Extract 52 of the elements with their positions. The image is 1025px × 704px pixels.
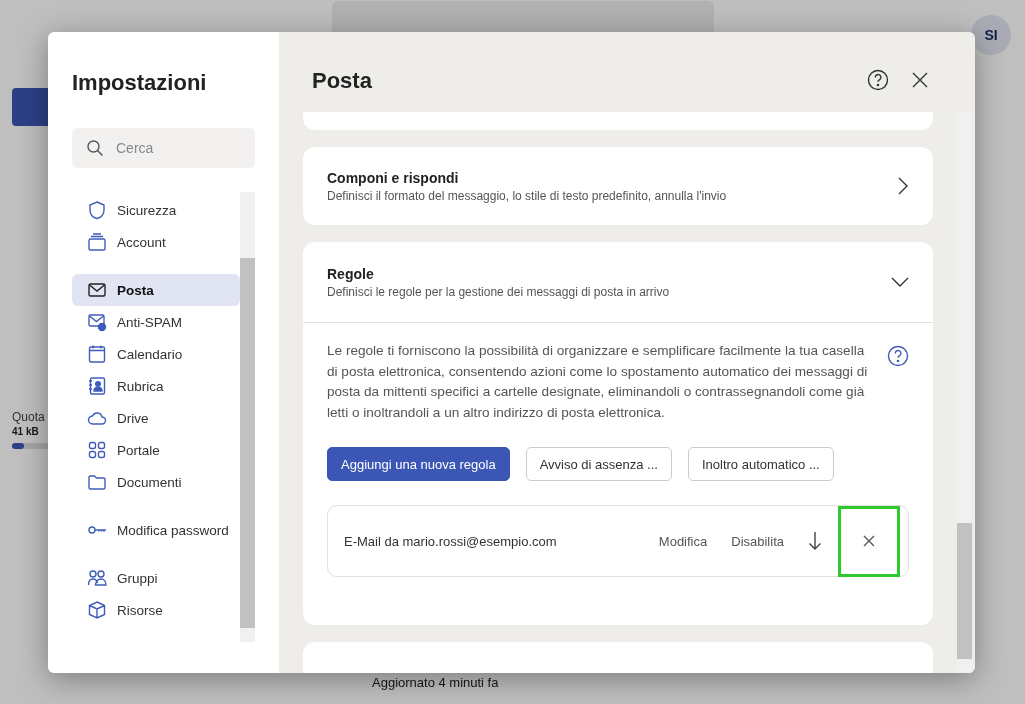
action-button[interactable]: Inoltro automatico ... (687, 447, 834, 481)
calendar-icon (87, 344, 107, 364)
section-header[interactable]: Regole Definisci le regole per la gestione dei messaggi di posta in arrivo (303, 242, 933, 323)
folder-icon (87, 472, 107, 492)
nav-item[interactable]: Account (72, 226, 240, 258)
section-title: Regole (327, 265, 375, 282)
nav-item[interactable]: Rubrica (72, 370, 240, 402)
close-icon[interactable] (911, 71, 929, 89)
chevron-right-icon (897, 177, 909, 195)
nav-item[interactable]: Posta (72, 274, 240, 306)
help-icon[interactable] (887, 345, 909, 367)
status-text: Aggiornato 4 minuti fa (372, 675, 499, 690)
panel-title: Posta (312, 67, 373, 94)
nav-item[interactable]: Gruppi (72, 562, 240, 594)
search-input[interactable]: Cerca (116, 130, 246, 166)
chevron-down-icon (891, 276, 909, 288)
dialog-title: Impostazioni (72, 69, 208, 97)
section-description: Definisci il formato del messaggio, lo stile di testo predefinito, annulla l'invio (327, 188, 728, 203)
close-icon (863, 535, 875, 547)
nav-item[interactable]: Modifica password (72, 514, 240, 546)
stack-icon (87, 232, 107, 252)
cube-icon (87, 600, 107, 620)
shield-icon (87, 200, 107, 220)
section-title: Componi e rispondi (327, 169, 460, 186)
description-text: Le regole ti forniscono la possibilità di organizzare e semplificare facilmente la tua casella di posta elettronica, consentendo azioni come lo spostamento automatico dei messaggi di posta da mittenti specifici a cartelle designate, eliminandoli o contrassegnandoli come già letti o inoltrandoli a un altro indirizzo di posta elettronica. (327, 342, 869, 422)
search-field[interactable]: Cerca (72, 128, 255, 168)
edit-link[interactable]: Modifica (658, 533, 708, 549)
nav-item[interactable]: Anti-SPAM (72, 306, 240, 338)
envelope-icon (87, 280, 107, 300)
search-icon (86, 139, 104, 157)
search-field[interactable] (332, 1, 714, 35)
disable-link[interactable]: Disabilita (731, 533, 784, 549)
contact-book-icon (87, 376, 107, 396)
help-icon[interactable] (867, 69, 889, 91)
arrow-down-icon[interactable] (808, 531, 822, 551)
nav-item[interactable]: Portale (72, 434, 240, 466)
nav-item[interactable]: Calendario (72, 338, 240, 370)
nav-item[interactable]: Risorse (72, 594, 240, 626)
section-description: Definisci le regole per la gestione dei messaggi di posta in arrivo (327, 284, 671, 299)
nav-item[interactable]: Drive (72, 402, 240, 434)
rule-name: E-Mail da mario.rossi@esempio.com (344, 533, 558, 549)
avatar[interactable]: SI (971, 15, 1011, 55)
nav-item[interactable]: Documenti (72, 466, 240, 498)
envelope-icon (87, 312, 107, 332)
people-icon (87, 568, 107, 588)
add-rule-button[interactable]: Aggiungi una nuova regola (327, 447, 510, 481)
section-header[interactable]: Componi e rispondi Definisci il formato del messaggio, lo stile di testo predefinito, annulla l'invio (303, 147, 933, 225)
grid-icon (87, 440, 107, 460)
quota-value: 41 kB (12, 426, 40, 437)
quota-label: Quota (12, 410, 46, 424)
nav-item[interactable]: Sicurezza (72, 194, 240, 226)
action-button[interactable]: Avviso di assenza ... (525, 447, 672, 481)
